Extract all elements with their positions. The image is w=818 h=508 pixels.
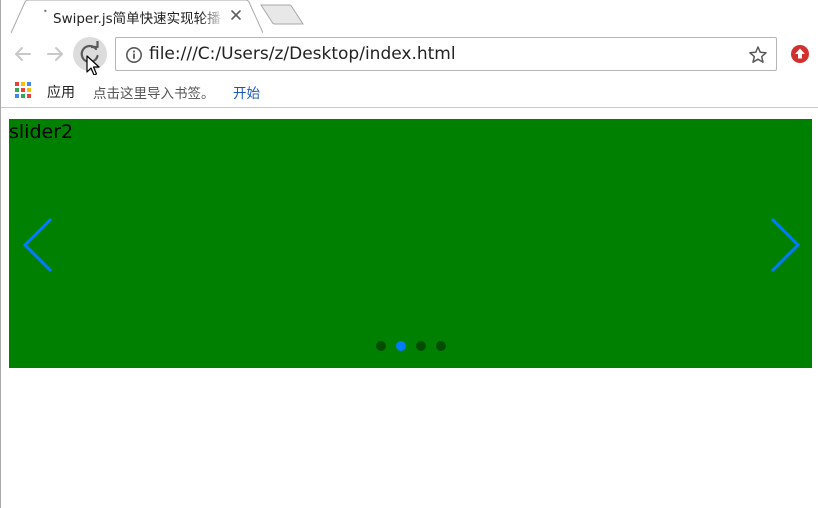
swiper-next-button[interactable] [768, 217, 802, 273]
bookmark-import-hint[interactable]: 点击这里导入书签。 [93, 82, 215, 102]
bookmark-start-link[interactable]: 开始 [233, 82, 260, 102]
extension-icon[interactable] [790, 44, 810, 64]
tab-strip: • Swiper.js简单快速实现轮播 [1, 0, 818, 33]
browser-window: • Swiper.js简单快速实现轮播 file:///C:/Users/z/D… [0, 0, 818, 508]
chevron-right-icon [770, 217, 801, 273]
chevron-left-icon [22, 217, 53, 273]
pagination-bullet[interactable] [435, 341, 446, 351]
forward-button[interactable] [41, 40, 69, 68]
pagination-bullet[interactable] [415, 341, 426, 351]
apps-grid-icon[interactable] [14, 81, 32, 99]
tab-active[interactable]: • Swiper.js简单快速实现轮播 [11, 0, 263, 33]
arrow-left-icon [15, 47, 31, 61]
info-icon[interactable] [125, 46, 143, 64]
page-viewport: slider2 [1, 108, 818, 508]
swiper-prev-button[interactable] [21, 217, 55, 273]
tab-title-fade [201, 4, 225, 26]
bookmarks-bar: 应用 点击这里导入书签。 开始 [1, 75, 818, 108]
tab-title: Swiper.js简单快速实现轮播 [53, 11, 221, 27]
mouse-cursor-icon [86, 55, 102, 77]
url-text[interactable]: file:///C:/Users/z/Desktop/index.html [149, 44, 456, 64]
browser-toolbar: file:///C:/Users/z/Desktop/index.html [1, 33, 818, 77]
close-tab-icon[interactable] [229, 8, 243, 22]
page-favicon-icon: • [43, 7, 48, 16]
back-button[interactable] [9, 40, 37, 68]
new-tab-button[interactable] [259, 4, 305, 26]
address-bar[interactable]: file:///C:/Users/z/Desktop/index.html [115, 37, 777, 71]
slide-label: slider2 [9, 121, 74, 143]
bookmark-apps[interactable]: 应用 [47, 82, 75, 102]
pagination-bullet[interactable] [395, 341, 406, 351]
swiper-slide[interactable]: slider2 [9, 119, 812, 368]
bookmark-star-icon[interactable] [748, 45, 768, 65]
pagination-bullet[interactable] [375, 341, 386, 351]
swiper-pagination [9, 341, 812, 353]
arrow-right-icon [47, 47, 63, 61]
